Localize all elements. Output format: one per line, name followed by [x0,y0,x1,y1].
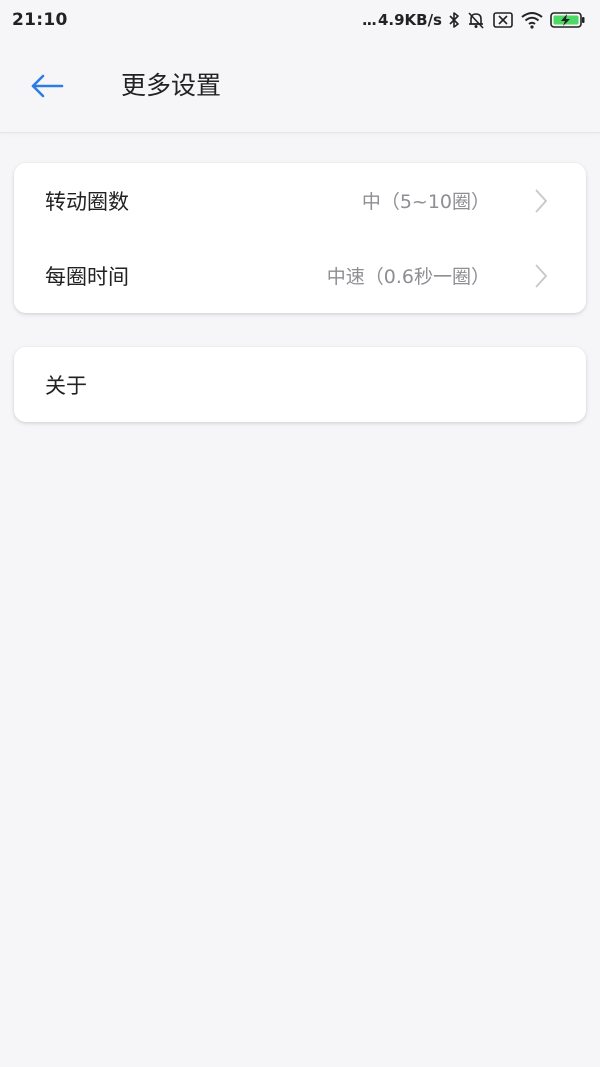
status-time: 21:10 [12,10,68,30]
rotation-count-value: 中（5~10圈） [361,191,490,213]
sim-off-icon [492,11,514,29]
status-bar: 21:10 ... 4.9KB/s [0,0,600,40]
lap-time-row[interactable]: 每圈时间 中速（0.6秒一圈） [14,238,586,313]
mute-icon [466,10,486,30]
chevron-right-icon [535,188,547,213]
lap-time-label: 每圈时间 [45,264,129,289]
app-bar: 更多设置 [0,40,600,133]
about-card: 关于 [14,347,586,422]
lap-time-value: 中速（0.6秒一圈） [326,266,490,288]
about-row[interactable]: 关于 [14,347,586,422]
settings-card: 转动圈数 中（5~10圈） 每圈时间 中速（0.6秒一圈） [14,163,586,313]
bluetooth-icon [448,11,460,29]
arrow-left-icon [31,74,64,98]
back-button[interactable] [22,64,72,108]
network-speed: 4.9KB/s [377,11,442,29]
about-label: 关于 [45,373,87,398]
battery-charging-icon [550,11,586,29]
status-icons: ... 4.9KB/s [362,10,586,30]
wifi-icon [520,11,544,29]
rotation-count-row[interactable]: 转动圈数 中（5~10圈） [14,163,586,238]
rotation-count-label: 转动圈数 [45,189,129,214]
chevron-right-icon [535,263,547,288]
status-dots: ... [361,11,377,29]
page-title: 更多设置 [121,71,222,100]
